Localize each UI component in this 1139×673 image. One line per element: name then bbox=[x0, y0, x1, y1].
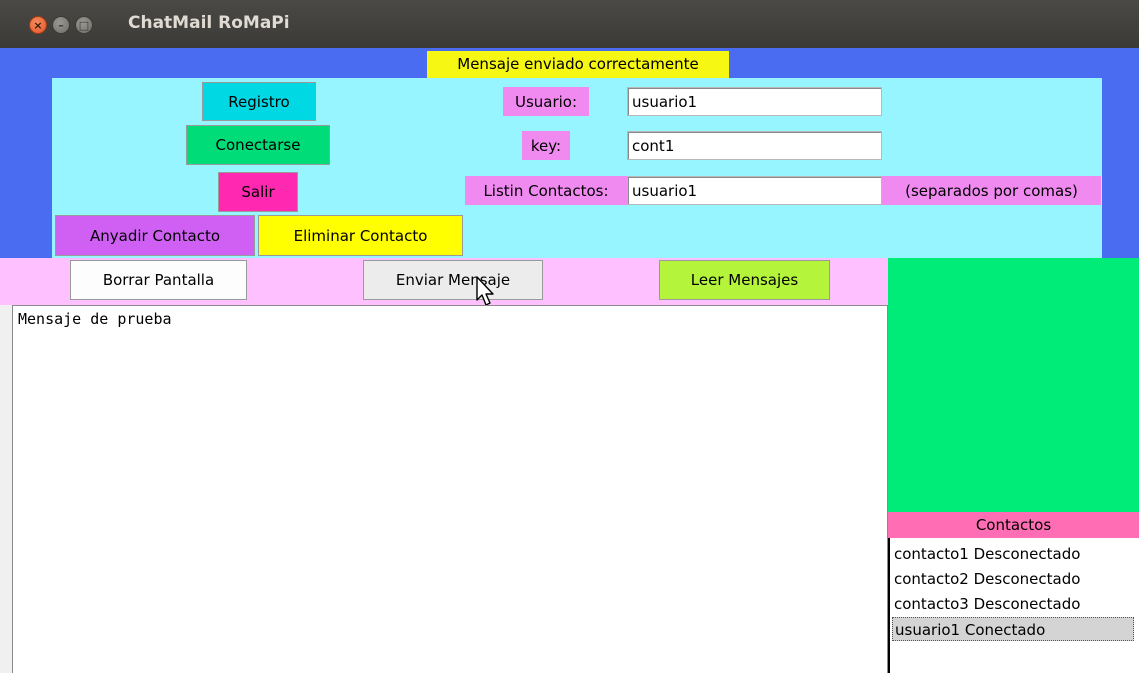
contacts-color-box bbox=[888, 258, 1139, 512]
contact-item[interactable]: contacto2 Desconectado bbox=[892, 567, 1080, 591]
maximize-window-icon[interactable]: □ bbox=[75, 16, 93, 34]
usuario-input[interactable]: usuario1 bbox=[627, 87, 882, 116]
listin-hint: (separados por comas) bbox=[882, 176, 1101, 205]
conectarse-button[interactable]: Conectarse bbox=[186, 125, 330, 165]
eliminar-contacto-button[interactable]: Eliminar Contacto bbox=[258, 215, 463, 256]
enviar-mensaje-button[interactable]: Enviar Mensaje bbox=[363, 260, 543, 300]
left-margin bbox=[0, 305, 12, 673]
borrar-pantalla-button[interactable]: Borrar Pantalla bbox=[70, 260, 247, 300]
usuario-label: Usuario: bbox=[503, 87, 589, 116]
contacts-list[interactable]: contacto1 Desconectado contacto2 Descone… bbox=[888, 538, 1139, 673]
leer-mensajes-button[interactable]: Leer Mensajes bbox=[659, 260, 830, 300]
message-text: Mensaje de prueba bbox=[18, 310, 172, 328]
contact-item[interactable]: contacto3 Desconectado bbox=[892, 592, 1080, 616]
key-input[interactable]: cont1 bbox=[627, 131, 882, 160]
listin-contactos-label: Listin Contactos: bbox=[465, 176, 627, 205]
window-title: ChatMail RoMaPi bbox=[128, 13, 290, 33]
status-message: Mensaje enviado correctamente bbox=[427, 51, 729, 78]
message-textarea[interactable]: Mensaje de prueba bbox=[12, 305, 888, 673]
contacts-header: Contactos bbox=[888, 512, 1139, 538]
contact-item-selected[interactable]: usuario1 Conectado bbox=[892, 617, 1134, 641]
anyadir-contacto-button[interactable]: Anyadir Contacto bbox=[55, 215, 255, 256]
minimize-window-icon[interactable]: – bbox=[52, 16, 70, 34]
key-label: key: bbox=[522, 131, 570, 160]
listin-contactos-input[interactable]: usuario1 bbox=[627, 176, 882, 205]
contact-item[interactable]: contacto1 Desconectado bbox=[892, 542, 1080, 566]
salir-button[interactable]: Salir bbox=[218, 172, 298, 212]
close-window-icon[interactable]: × bbox=[29, 16, 47, 34]
registro-button[interactable]: Registro bbox=[202, 82, 316, 121]
